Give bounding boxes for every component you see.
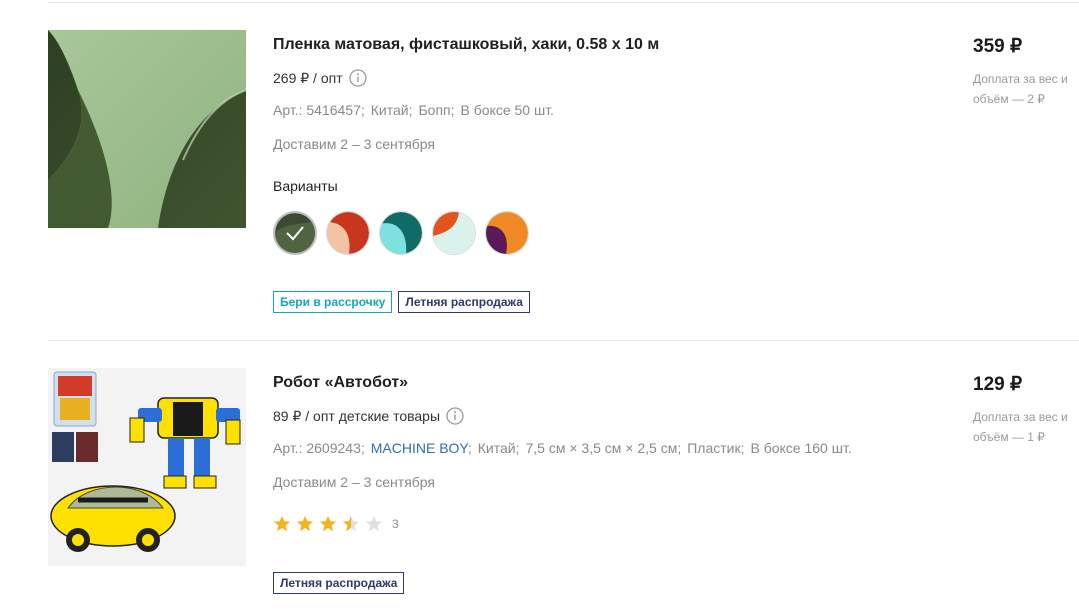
divider [48,340,1079,341]
product-title[interactable]: Робот «Автобот» [273,374,408,392]
product-price: 129 ₽ [973,374,1023,395]
star-icon-full [296,515,314,532]
info-icon[interactable] [348,69,367,87]
weight-surcharge: Доплата за вес и объём — 1 ₽ [973,410,1068,444]
article: Арт.: 2609243; [273,440,365,456]
rating-stars[interactable]: 3 [273,515,399,533]
country: Китай; [370,102,413,118]
brand-link[interactable]: MACHINE BOY [371,440,468,456]
material: Пластик; [687,440,745,456]
info-icon[interactable] [446,407,464,425]
star-icon-full [319,515,337,532]
variant-swatch-teal-mint[interactable] [379,211,423,255]
variant-swatch-orange-mint[interactable] [432,211,476,255]
variant-swatch-purple-orange[interactable] [485,211,529,255]
variants-label: Варианты [273,178,338,194]
product-image-film[interactable] [48,30,246,228]
product-image-robot[interactable] [48,368,246,566]
promo-tags: Летняя распродажа [273,572,405,594]
check-icon [286,226,304,241]
product-title[interactable]: Пленка матовая, фисташковый, хаки, 0.58 … [273,36,659,54]
product-price: 359 ₽ [973,36,1023,57]
star-icon-full [273,515,291,532]
opt-price-row: 269 ₽ / опт [273,69,367,87]
opt-price: 89 ₽ / опт детские товары [273,407,441,424]
box-quantity: В боксе 50 шт. [460,102,554,118]
tag-installment[interactable]: Бери в рассрочку [273,291,393,313]
material: Бопп; [418,102,455,118]
promo-tags: Бери в рассрочку Летняя распродажа [273,291,530,313]
product-meta: Арт.: 5416457; Китай; Бопп; В боксе 50 шт. [273,102,554,118]
country: Китай; [477,440,520,456]
tag-summer-sale[interactable]: Летняя распродажа [398,291,530,313]
star-icon-half [342,515,360,532]
product-meta: Арт.: 2609243; MACHINE BOY; Китай; 7,5 см ×… [273,440,852,456]
opt-price-row: 89 ₽ / опт детские товары [273,407,464,425]
delivery-date: Доставим 2 – 3 сентября [273,474,436,490]
article: Арт.: 5416457; [273,102,365,118]
delivery-date: Доставим 2 – 3 сентября [273,136,436,152]
size: 7,5 см × 3,5 см × 2,5 см; [525,440,682,456]
divider [48,2,1079,3]
variant-swatch-peach-red[interactable] [326,211,370,255]
variant-swatches [273,211,529,255]
opt-price: 269 ₽ / опт [273,69,343,86]
star-icon-empty [365,515,383,532]
box-quantity: В боксе 160 шт. [750,440,852,456]
weight-surcharge: Доплата за вес и объём — 2 ₽ [973,72,1068,106]
rating-count: 3 [392,517,399,531]
tag-summer-sale[interactable]: Летняя распродажа [273,572,405,594]
variant-swatch-khaki[interactable] [273,211,317,255]
